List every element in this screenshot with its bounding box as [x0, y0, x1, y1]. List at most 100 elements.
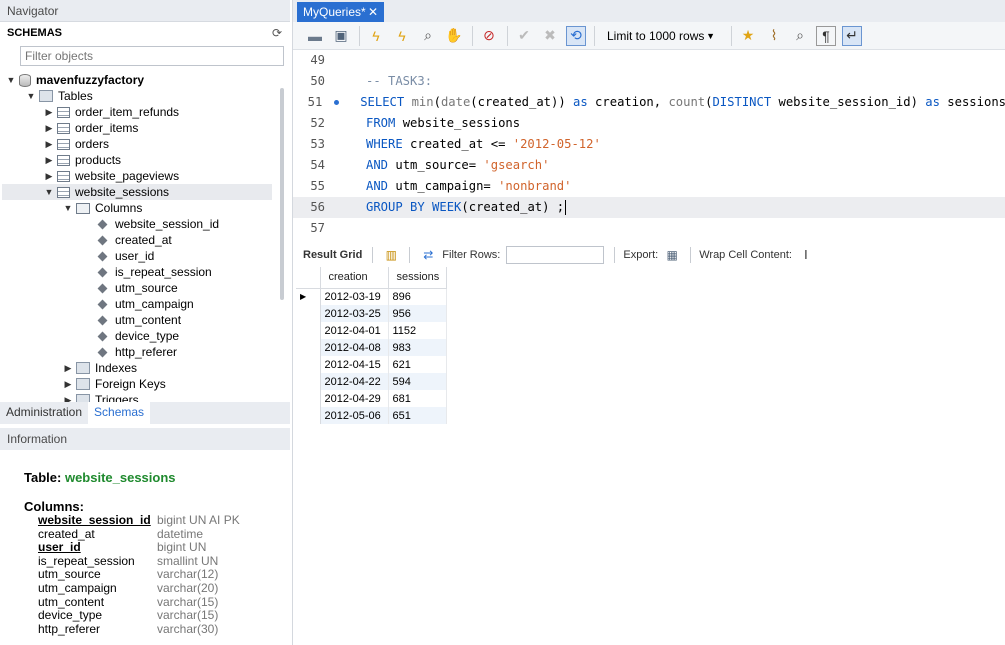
- table-row[interactable]: ▶ 2012-03-19 896: [296, 288, 447, 305]
- refresh-icon[interactable]: ⇄: [420, 248, 436, 262]
- row-header[interactable]: [296, 305, 321, 322]
- row-header[interactable]: [296, 407, 321, 424]
- gutter[interactable]: [329, 50, 366, 71]
- gutter[interactable]: [329, 197, 366, 218]
- table-item[interactable]: ▶ order_items: [0, 120, 139, 136]
- cell-creation[interactable]: 2012-03-19: [320, 288, 389, 305]
- cell-sessions[interactable]: 621: [388, 356, 447, 373]
- commit-icon[interactable]: ✔: [514, 26, 534, 46]
- open-folder-icon[interactable]: ▬: [305, 26, 325, 46]
- gutter[interactable]: [329, 218, 366, 239]
- invisible-chars-icon[interactable]: ¶: [816, 25, 836, 46]
- limit-rows-select[interactable]: Limit to 1000 rows ▼: [601, 26, 721, 46]
- table-row[interactable]: 2012-04-22 594: [296, 373, 447, 390]
- cell-creation[interactable]: 2012-04-01: [320, 322, 389, 339]
- column-item[interactable]: utm_content: [0, 312, 181, 328]
- cell-sessions[interactable]: 956: [388, 305, 447, 322]
- filter-objects-field[interactable]: [20, 46, 284, 66]
- row-header[interactable]: [296, 373, 321, 390]
- table-item[interactable]: ▶ orders: [0, 136, 109, 152]
- cell-creation[interactable]: 2012-04-22: [320, 373, 389, 390]
- cell-creation[interactable]: 2012-05-06: [320, 407, 389, 424]
- execute-lightning-icon[interactable]: ϟ: [366, 26, 386, 46]
- table-item[interactable]: ▶ website_pageviews: [0, 168, 180, 184]
- schema-mavenfuzzyfactory[interactable]: ▼ mavenfuzzyfactory: [0, 72, 145, 88]
- gutter[interactable]: [326, 92, 360, 113]
- cell-creation[interactable]: 2012-04-15: [320, 356, 389, 373]
- cell-sessions[interactable]: 983: [388, 339, 447, 356]
- row-header[interactable]: [296, 339, 321, 356]
- collapsed-arrow-icon[interactable]: ▶: [63, 376, 73, 392]
- cell-creation[interactable]: 2012-04-29: [320, 390, 389, 407]
- collapsed-arrow-icon[interactable]: ▶: [63, 360, 73, 376]
- table-row[interactable]: 2012-03-25 956: [296, 305, 447, 322]
- tab-administration[interactable]: Administration: [0, 402, 88, 424]
- table-item[interactable]: ▶ order_item_refunds: [0, 104, 180, 120]
- column-item[interactable]: user_id: [0, 248, 154, 264]
- tab-schemas[interactable]: Schemas: [88, 402, 151, 424]
- find-icon[interactable]: ⌕: [790, 26, 810, 46]
- save-icon[interactable]: ▣: [331, 26, 351, 46]
- collapsed-arrow-icon[interactable]: ▶: [44, 152, 54, 168]
- execute-current-icon[interactable]: ϟ: [392, 26, 412, 46]
- table-row[interactable]: 2012-04-01 1152: [296, 322, 447, 339]
- cell-sessions[interactable]: 651: [388, 407, 447, 424]
- editor-line[interactable]: 52 FROM website_sessions: [293, 113, 1005, 134]
- table-row[interactable]: 2012-04-29 681: [296, 390, 447, 407]
- table-row[interactable]: 2012-04-15 621: [296, 356, 447, 373]
- row-header[interactable]: [296, 390, 321, 407]
- column-item[interactable]: utm_source: [0, 280, 178, 296]
- refresh-icon[interactable]: ⟳: [272, 26, 282, 40]
- column-item[interactable]: utm_campaign: [0, 296, 194, 312]
- sql-editor[interactable]: 49 50 -- TASK3: 51 SELECT min(date(created_a…: [293, 50, 1005, 238]
- filter-rows-input[interactable]: [506, 246, 605, 264]
- expanded-arrow-icon[interactable]: ▼: [44, 184, 54, 200]
- collapsed-arrow-icon[interactable]: ▶: [44, 104, 54, 120]
- triggers-folder[interactable]: ▶ Triggers: [0, 392, 139, 402]
- expanded-arrow-icon[interactable]: ▼: [63, 200, 73, 216]
- rollback-icon[interactable]: ✖: [540, 26, 560, 46]
- editor-line[interactable]: 53 WHERE created_at <= '2012-05-12': [293, 134, 1005, 155]
- cell-sessions[interactable]: 896: [388, 288, 447, 305]
- collapsed-arrow-icon[interactable]: ▶: [44, 136, 54, 152]
- cell-creation[interactable]: 2012-04-08: [320, 339, 389, 356]
- foreign-keys-folder[interactable]: ▶ Foreign Keys: [0, 376, 166, 392]
- row-header[interactable]: [296, 322, 321, 339]
- table-row[interactable]: 2012-05-06 651: [296, 407, 447, 424]
- gutter[interactable]: [329, 155, 366, 176]
- beautify-broom-icon[interactable]: ⌇: [764, 26, 784, 46]
- editor-line[interactable]: 55 AND utm_campaign= 'nonbrand': [293, 176, 1005, 197]
- current-row-arrow-icon[interactable]: ▶: [296, 288, 321, 305]
- gutter[interactable]: [329, 71, 366, 92]
- grid-view-icon[interactable]: ▥: [383, 248, 399, 262]
- gutter[interactable]: [329, 176, 366, 197]
- column-item[interactable]: http_referer: [0, 344, 177, 360]
- editor-line[interactable]: 51 SELECT min(date(created_at)) as creati…: [293, 92, 1005, 113]
- wrap-lines-icon[interactable]: ↵: [842, 25, 862, 46]
- column-item[interactable]: is_repeat_session: [0, 264, 212, 280]
- editor-line[interactable]: 54 AND utm_source= 'gsearch': [293, 155, 1005, 176]
- cell-sessions[interactable]: 594: [388, 373, 447, 390]
- tables-folder[interactable]: ▼ Tables: [0, 88, 93, 104]
- stop-hand-icon[interactable]: ✋: [444, 26, 464, 46]
- table-row[interactable]: 2012-04-08 983: [296, 339, 447, 356]
- collapsed-arrow-icon[interactable]: ▶: [44, 120, 54, 136]
- result-grid-label[interactable]: Result Grid: [297, 249, 368, 261]
- table-item[interactable]: ▼ website_sessions: [2, 184, 272, 200]
- editor-line[interactable]: 49: [293, 50, 1005, 71]
- column-item[interactable]: device_type: [0, 328, 179, 344]
- column-header-creation[interactable]: creation: [320, 267, 389, 289]
- collapsed-arrow-icon[interactable]: ▶: [63, 392, 73, 402]
- close-icon[interactable]: ✕: [368, 2, 378, 22]
- expanded-arrow-icon[interactable]: ▼: [6, 72, 16, 88]
- column-item[interactable]: website_session_id: [0, 216, 219, 232]
- explain-magnifier-icon[interactable]: ⌕: [418, 26, 438, 46]
- table-item[interactable]: ▶ products: [0, 152, 122, 168]
- columns-folder[interactable]: ▼ Columns: [0, 200, 143, 216]
- cell-sessions[interactable]: 1152: [388, 322, 447, 339]
- export-icon[interactable]: ▦: [664, 248, 680, 262]
- wrap-cell-icon[interactable]: Ⅰ: [798, 248, 814, 262]
- expanded-arrow-icon[interactable]: ▼: [26, 88, 36, 104]
- collapsed-arrow-icon[interactable]: ▶: [44, 168, 54, 184]
- gutter[interactable]: [329, 134, 366, 155]
